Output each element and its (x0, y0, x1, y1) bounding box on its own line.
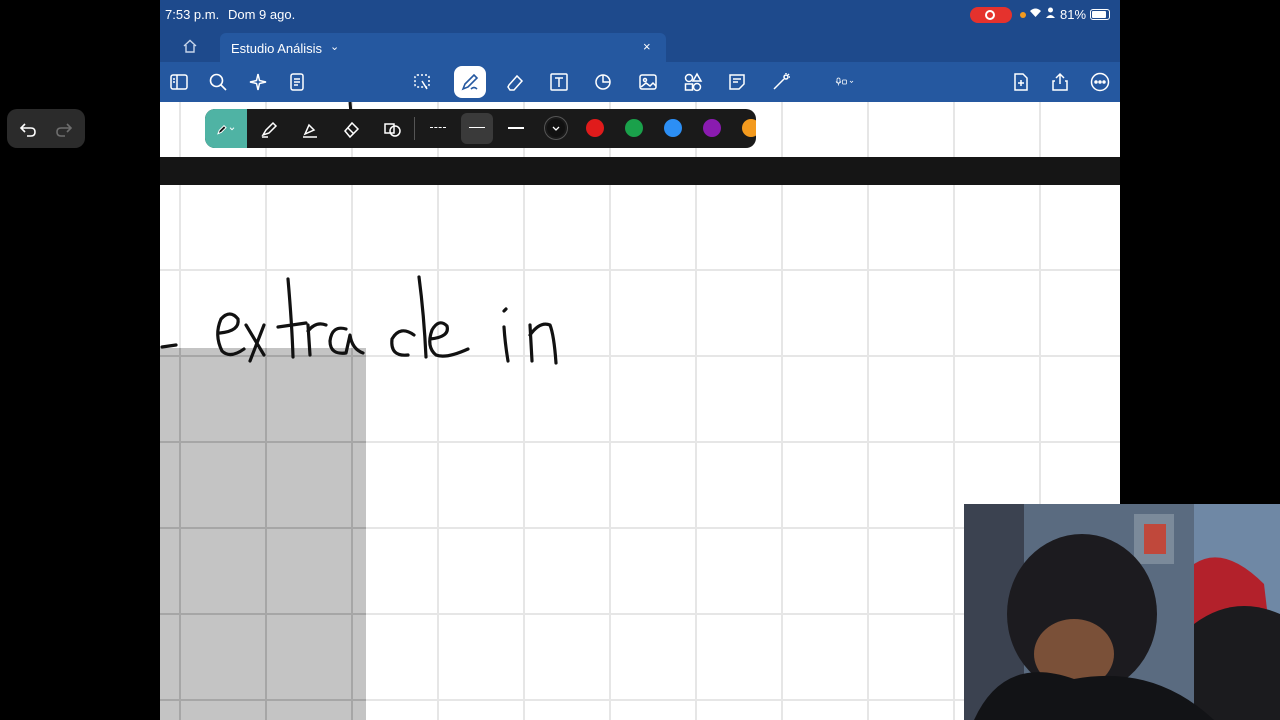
redo-icon[interactable] (53, 118, 75, 140)
eraser-icon[interactable] (503, 70, 527, 94)
color-black[interactable] (547, 119, 565, 137)
shapes-icon[interactable] (591, 70, 615, 94)
status-date: Dom 9 ago. (228, 7, 296, 22)
main-toolbar (160, 62, 1120, 102)
tab-bar: Estudio Análisis ⌄ × (160, 30, 1120, 62)
mic-icon[interactable] (825, 70, 865, 94)
laser-icon[interactable] (769, 70, 793, 94)
highlighter-icon[interactable] (256, 116, 282, 142)
medium-line-option[interactable] (469, 127, 485, 128)
thin-line-option[interactable] (508, 127, 524, 129)
share-icon[interactable] (1048, 70, 1072, 94)
status-bar: 7:53 p.m. Dom 9 ago. 81% (160, 0, 1120, 30)
chevron-down-icon[interactable]: ⌄ (330, 40, 339, 53)
image-icon[interactable] (636, 70, 660, 94)
add-page-icon[interactable] (1009, 70, 1033, 94)
handwriting-strokes (160, 275, 558, 365)
undo-icon[interactable] (17, 118, 39, 140)
shape-tool-icon[interactable] (379, 116, 405, 142)
sparkle-icon[interactable] (246, 70, 270, 94)
indicator-dot-icon (1020, 12, 1026, 18)
color-red[interactable] (586, 119, 604, 137)
close-icon[interactable]: × (643, 39, 651, 54)
line-style-selected[interactable] (461, 113, 493, 144)
sticky-note-icon[interactable] (725, 70, 749, 94)
wifi-icon (1029, 7, 1042, 21)
screen-record-icon[interactable] (970, 7, 1012, 23)
tab-title: Estudio Análisis (231, 41, 323, 56)
toolbar-divider (414, 117, 415, 140)
undo-redo-pill (7, 109, 85, 148)
color-orange[interactable] (742, 119, 756, 137)
search-icon[interactable] (206, 70, 230, 94)
sidebar-icon[interactable] (167, 70, 191, 94)
person-icon (1046, 7, 1055, 21)
battery-icon (1090, 9, 1110, 20)
dashed-line-option[interactable] (430, 127, 446, 128)
battery-percent: 81% (1060, 7, 1087, 22)
fill-pen-icon[interactable] (297, 116, 323, 142)
webcam-overlay (964, 504, 1280, 720)
pen-tool-icon[interactable] (205, 109, 247, 148)
status-time: 7:53 p.m. (165, 7, 220, 22)
eraser-tool-icon[interactable] (338, 116, 364, 142)
notes-icon[interactable] (285, 70, 309, 94)
home-icon[interactable] (182, 38, 198, 54)
color-green[interactable] (625, 119, 643, 137)
page-separator (160, 157, 1120, 185)
more-icon[interactable] (1088, 70, 1112, 94)
drawing-toolbar (205, 109, 756, 148)
text-icon[interactable] (547, 70, 571, 94)
pen-icon[interactable] (454, 66, 486, 98)
color-purple[interactable] (703, 119, 721, 137)
tab-document[interactable]: Estudio Análisis ⌄ × (220, 33, 666, 62)
lasso-icon[interactable] (410, 70, 434, 94)
color-blue[interactable] (664, 119, 682, 137)
elements-icon[interactable] (681, 70, 705, 94)
